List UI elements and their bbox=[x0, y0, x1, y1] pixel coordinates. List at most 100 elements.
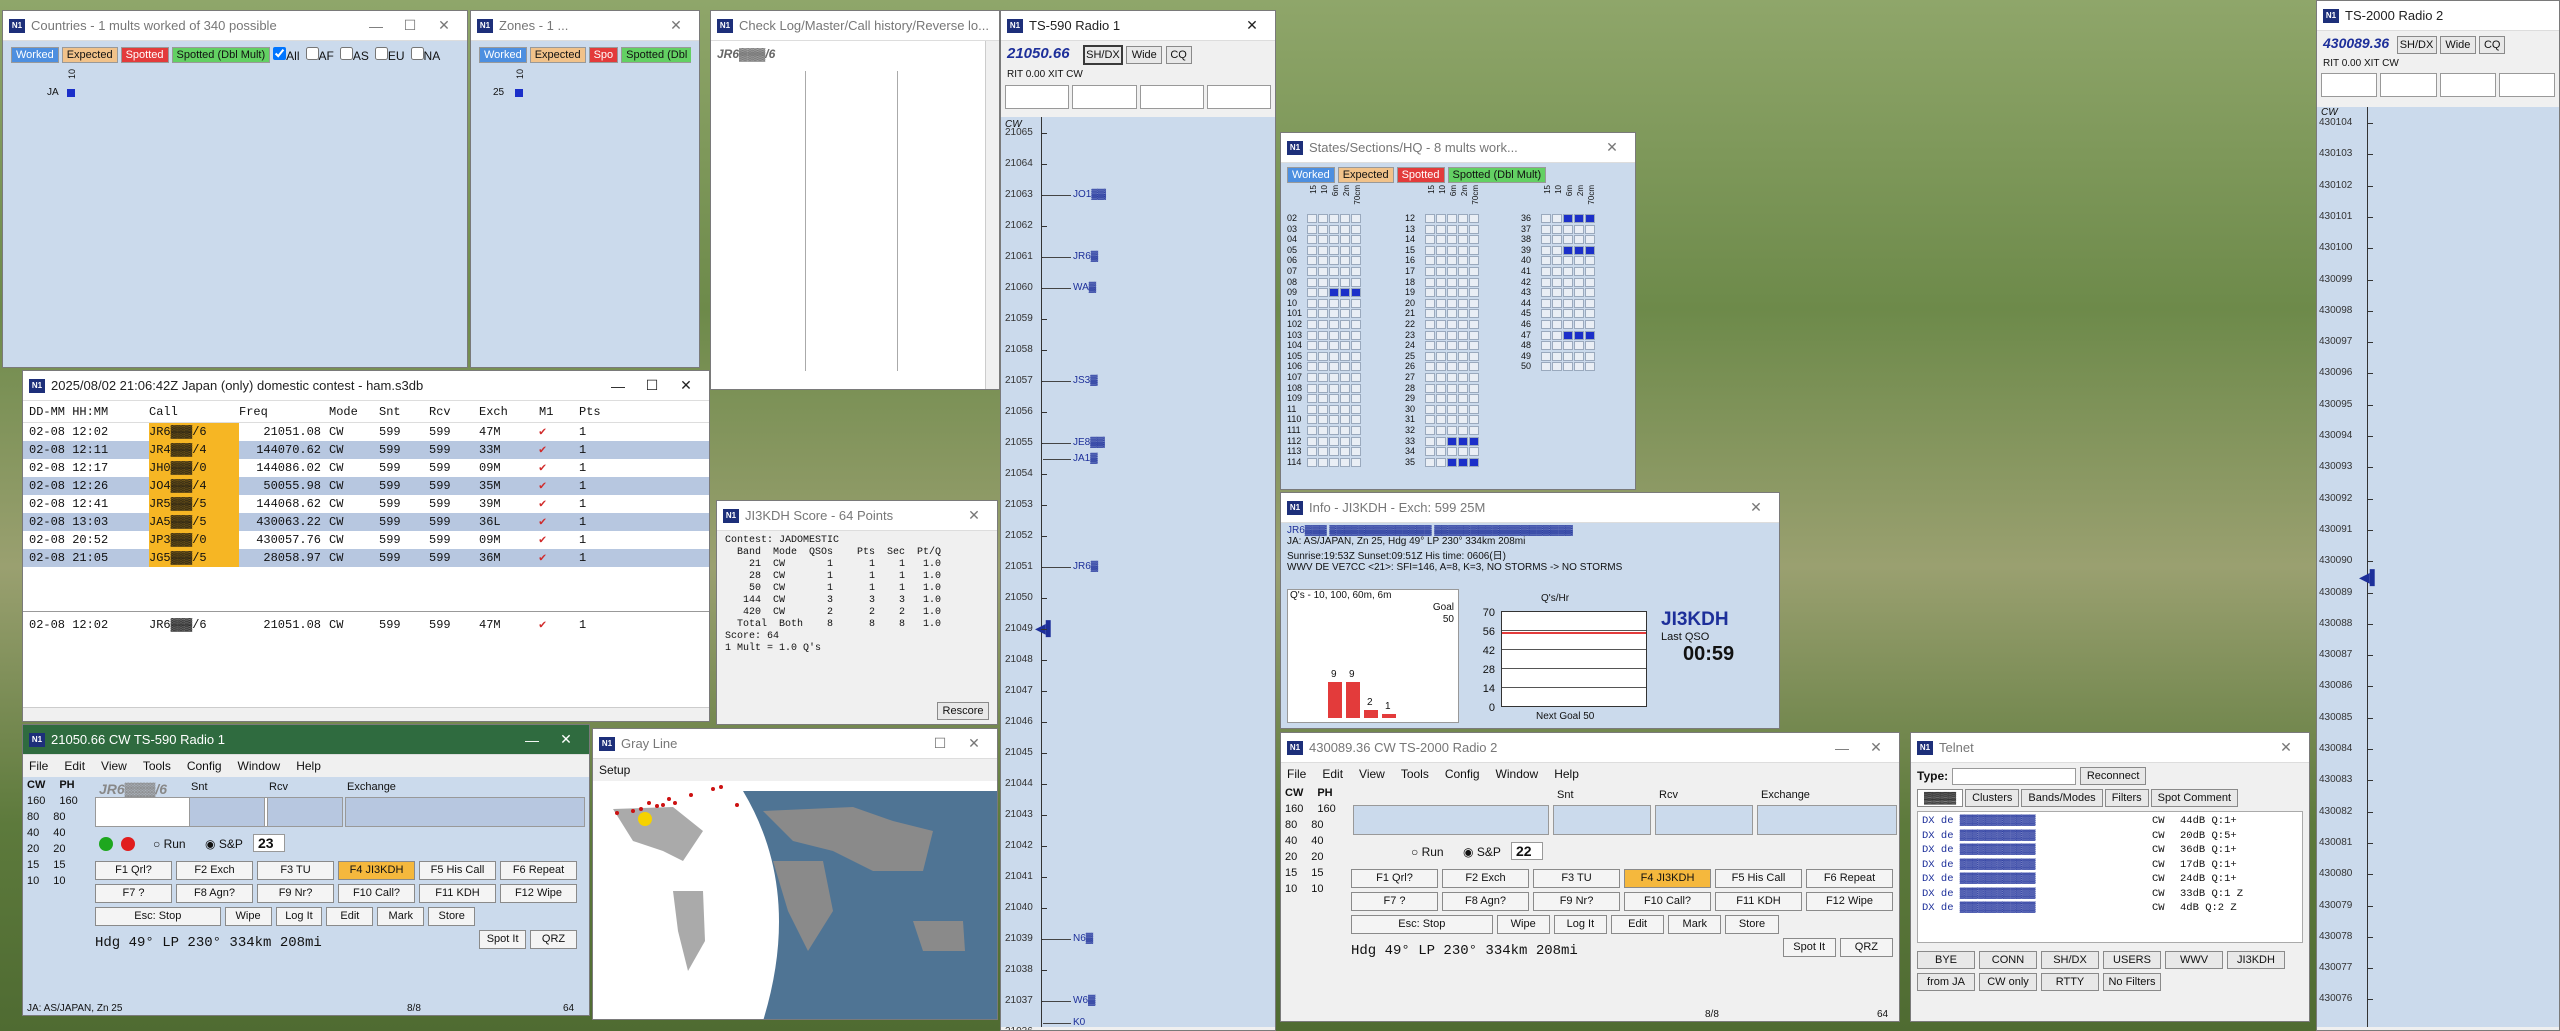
entry2-titlebar[interactable]: N1 430089.36 CW TS-2000 Radio 2 — ✕ bbox=[1281, 733, 1899, 763]
setup-menu[interactable]: Setup bbox=[593, 759, 997, 781]
spot-label[interactable]: JA1▓ bbox=[1073, 453, 1098, 464]
memory-slot[interactable] bbox=[2380, 73, 2437, 97]
menu-edit[interactable]: Edit bbox=[64, 759, 85, 773]
run-radio[interactable]: ○ Run bbox=[153, 837, 186, 851]
menu-view[interactable]: View bbox=[101, 759, 127, 773]
memory-slot[interactable] bbox=[1005, 85, 1070, 109]
menu-edit[interactable]: Edit bbox=[1322, 767, 1343, 781]
menu-window[interactable]: Window bbox=[238, 759, 281, 773]
menu-file[interactable]: File bbox=[29, 759, 48, 773]
menu-config[interactable]: Config bbox=[187, 759, 222, 773]
minimize-icon[interactable]: — bbox=[359, 18, 393, 34]
shdx-button[interactable]: SH/DX bbox=[2041, 951, 2099, 969]
radio2-bandmap[interactable]: CW ◀▌ 430104 430103 430102 430101 430100 4300… bbox=[2317, 107, 2559, 1027]
radio1-titlebar[interactable]: N1 TS-590 Radio 1 ✕ bbox=[1001, 11, 1275, 41]
log-header-cell[interactable]: M1 bbox=[539, 401, 579, 422]
close-icon[interactable]: ✕ bbox=[669, 377, 703, 394]
wwv-button[interactable]: WWV bbox=[2165, 951, 2223, 969]
memory-slot[interactable] bbox=[1072, 85, 1137, 109]
filter-na[interactable]: NA bbox=[410, 47, 440, 63]
no-filters-button[interactable]: No Filters bbox=[2103, 973, 2161, 991]
rcv-input[interactable] bbox=[267, 797, 343, 827]
close-icon[interactable]: ✕ bbox=[549, 731, 583, 748]
mark-key[interactable]: Mark bbox=[377, 907, 425, 926]
f6-repeat-key[interactable]: F6 Repeat bbox=[500, 861, 577, 880]
f5-his-call-key[interactable]: F5 His Call bbox=[419, 861, 496, 880]
f3-tu-key[interactable]: F3 TU bbox=[1533, 869, 1620, 888]
conn-button[interactable]: CONN bbox=[1979, 951, 2037, 969]
store-key[interactable]: Store bbox=[1725, 915, 1779, 934]
info-titlebar[interactable]: N1 Info - JI3KDH - Exch: 599 25M ✕ bbox=[1281, 493, 1779, 523]
log-header-cell[interactable]: Rcv bbox=[429, 401, 479, 422]
log-hscrollbar[interactable] bbox=[23, 707, 709, 721]
f11-kdh-key[interactable]: F11 KDH bbox=[1715, 892, 1802, 911]
menu-window[interactable]: Window bbox=[1496, 767, 1539, 781]
spot-label[interactable]: N6▓ bbox=[1073, 933, 1093, 944]
table-row[interactable]: 02-08 12:11 JR4▓▓▓/4 144070.62 CW 599 599 33M ✔… bbox=[23, 441, 709, 459]
scrollbar[interactable] bbox=[985, 41, 999, 389]
store-key[interactable]: Store bbox=[428, 907, 476, 926]
menu-config[interactable]: Config bbox=[1445, 767, 1480, 781]
sp-radio[interactable]: ◉ S&P bbox=[205, 837, 243, 851]
f1-qrl-key[interactable]: F1 Qrl? bbox=[1351, 869, 1438, 888]
tab-bands-modes[interactable]: Bands/Modes bbox=[2021, 789, 2103, 807]
esc-stop-key[interactable]: Esc: Stop bbox=[1351, 915, 1493, 934]
spot-label[interactable]: JE8▓▓ bbox=[1073, 437, 1105, 448]
spot-label[interactable]: W6▓ bbox=[1073, 995, 1095, 1006]
filter-all[interactable]: All bbox=[273, 47, 300, 63]
table-row[interactable]: 02-08 20:52 JP3▓▓▓/0 430057.76 CW 599 599 09M ✔… bbox=[23, 531, 709, 549]
filter-af-checkbox[interactable] bbox=[305, 47, 319, 60]
menu-help[interactable]: Help bbox=[1554, 767, 1579, 781]
list-item[interactable]: DX de ▓▓▓▓▓▓▓▓▓▓▓▓ CW 24dB Q:1+ bbox=[1922, 872, 2298, 887]
menu-view[interactable]: View bbox=[1359, 767, 1385, 781]
tab-spots[interactable]: ▓▓▓▓ bbox=[1917, 789, 1964, 807]
wipe-key[interactable]: Wipe bbox=[1496, 915, 1550, 934]
filter-na-checkbox[interactable] bbox=[410, 47, 424, 60]
f3-tu-key[interactable]: F3 TU bbox=[257, 861, 334, 880]
rcv-input[interactable] bbox=[1655, 805, 1753, 835]
call-input[interactable] bbox=[1353, 805, 1549, 835]
edit-key[interactable]: Edit bbox=[326, 907, 374, 926]
table-row[interactable]: 02-08 12:41 JR5▓▓▓/5 144068.62 CW 599 599 39M ✔… bbox=[23, 495, 709, 513]
close-icon[interactable]: ✕ bbox=[659, 17, 693, 34]
log-dupe-row[interactable]: 02-08 12:02 JR6▓▓▓/6 21051.08 CW 599 599 47M ✔ 1 bbox=[23, 616, 709, 634]
grayline-titlebar[interactable]: N1 Gray Line ☐ ✕ bbox=[593, 729, 997, 759]
table-row[interactable]: 02-08 12:26 JO4▓▓▓/4 50055.98 CW 599 599 35M ✔ 1 bbox=[23, 477, 709, 495]
cq-button[interactable]: CQ bbox=[1165, 46, 1192, 64]
log-header-cell[interactable]: Call bbox=[149, 401, 239, 422]
f8-agn-key[interactable]: F8 Agn? bbox=[176, 884, 253, 903]
table-row[interactable]: 02-08 12:17 JH0▓▓▓/0 144086.02 CW 599 599 09M ✔… bbox=[23, 459, 709, 477]
log-it-key[interactable]: Log It bbox=[1553, 915, 1607, 934]
minimize-icon[interactable]: — bbox=[1825, 740, 1859, 756]
exchange-input[interactable] bbox=[345, 797, 585, 827]
rescore-button[interactable]: Rescore bbox=[937, 702, 989, 720]
table-row[interactable]: 02-08 13:03 JA5▓▓▓/5 430063.22 CW 599 599 36L ✔… bbox=[23, 513, 709, 531]
close-icon[interactable]: ✕ bbox=[1739, 499, 1773, 516]
wipe-key[interactable]: Wipe bbox=[224, 907, 272, 926]
radio1-bandmap[interactable]: CW ◀▌ 21065 21064 21063 21062 21061 21060 2105… bbox=[1001, 117, 1275, 1030]
cw-speed-spinner[interactable]: 22 bbox=[1511, 842, 1543, 860]
radio2-titlebar[interactable]: N1 TS-2000 Radio 2 bbox=[2317, 1, 2559, 31]
menu-file[interactable]: File bbox=[1287, 767, 1306, 781]
reconnect-button[interactable]: Reconnect bbox=[2080, 767, 2147, 785]
tab-spot-comment[interactable]: Spot Comment bbox=[2150, 789, 2239, 807]
f5-his-call-key[interactable]: F5 His Call bbox=[1715, 869, 1802, 888]
close-icon[interactable]: ✕ bbox=[2269, 739, 2303, 756]
log-it-key[interactable]: Log It bbox=[275, 907, 323, 926]
log-header-cell[interactable]: Pts bbox=[579, 401, 609, 422]
cw-only-button[interactable]: CW only bbox=[1979, 973, 2037, 991]
spot-it-key[interactable]: Spot It bbox=[479, 930, 527, 949]
list-item[interactable]: DX de ▓▓▓▓▓▓▓▓▓▓▓▓ CW 36dB Q:1+ bbox=[1922, 843, 2298, 858]
mycall-button[interactable]: JI3KDH bbox=[2227, 951, 2285, 969]
f9-nr-key[interactable]: F9 Nr? bbox=[257, 884, 334, 903]
memory-slot[interactable] bbox=[1139, 85, 1204, 109]
list-item[interactable]: DX de ▓▓▓▓▓▓▓▓▓▓▓▓ CW 44dB Q:1+ bbox=[1922, 814, 2298, 829]
filter-af[interactable]: AF bbox=[305, 47, 334, 63]
from-ja-button[interactable]: from JA bbox=[1917, 973, 1975, 991]
close-icon[interactable]: ✕ bbox=[1595, 139, 1629, 156]
snt-input[interactable] bbox=[189, 797, 265, 827]
minimize-icon[interactable]: — bbox=[601, 378, 635, 394]
list-item[interactable]: DX de ▓▓▓▓▓▓▓▓▓▓▓▓ CW 4dB Q:2 Z bbox=[1922, 901, 2298, 916]
f4-ji3kdh-key[interactable]: F4 JI3KDH bbox=[338, 861, 415, 880]
exchange-input[interactable] bbox=[1757, 805, 1897, 835]
